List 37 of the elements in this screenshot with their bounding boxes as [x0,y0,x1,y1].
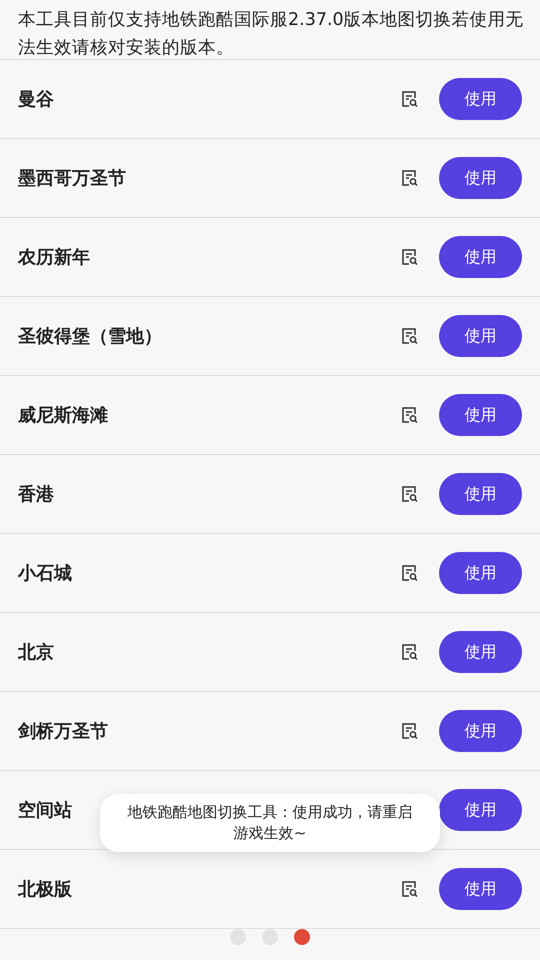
use-button[interactable]: 使用 [439,394,522,436]
search-document-icon[interactable] [401,485,419,503]
use-button[interactable]: 使用 [439,236,522,278]
search-document-icon[interactable] [401,880,419,898]
use-button[interactable]: 使用 [439,868,522,910]
map-name: 圣彼得堡（雪地） [18,325,162,348]
search-document-icon[interactable] [401,90,419,108]
map-name: 小石城 [18,562,72,585]
use-button[interactable]: 使用 [439,552,522,594]
map-name: 北极版 [18,878,72,901]
map-name: 香港 [18,483,54,506]
use-button[interactable]: 使用 [439,473,522,515]
search-document-icon[interactable] [401,564,419,582]
use-button[interactable]: 使用 [439,157,522,199]
use-button[interactable]: 使用 [439,78,522,120]
search-document-icon[interactable] [401,327,419,345]
page-dot[interactable] [230,929,246,945]
toast-message: 地铁跑酷地图切换工具：使用成功，请重启游戏生效~ [100,794,440,852]
page-dot[interactable] [294,929,310,945]
search-document-icon[interactable] [401,169,419,187]
search-document-icon[interactable] [401,406,419,424]
use-button[interactable]: 使用 [439,789,522,831]
map-name: 曼谷 [18,88,54,111]
search-document-icon[interactable] [401,722,419,740]
search-document-icon[interactable] [401,643,419,661]
page-dot[interactable] [262,929,278,945]
map-name: 北京 [18,641,54,664]
search-document-icon[interactable] [401,248,419,266]
map-name: 空间站 [18,799,72,822]
map-name: 农历新年 [18,246,90,269]
map-name: 剑桥万圣节 [18,720,108,743]
notice-text: 本工具目前仅支持地铁跑酷国际服2.37.0版本地图切换若使用无法生效请核对安装的版本。 [0,0,540,60]
use-button[interactable]: 使用 [439,710,522,752]
map-name: 墨西哥万圣节 [18,167,126,190]
use-button[interactable]: 使用 [439,631,522,673]
map-name: 威尼斯海滩 [18,404,108,427]
use-button[interactable]: 使用 [439,315,522,357]
